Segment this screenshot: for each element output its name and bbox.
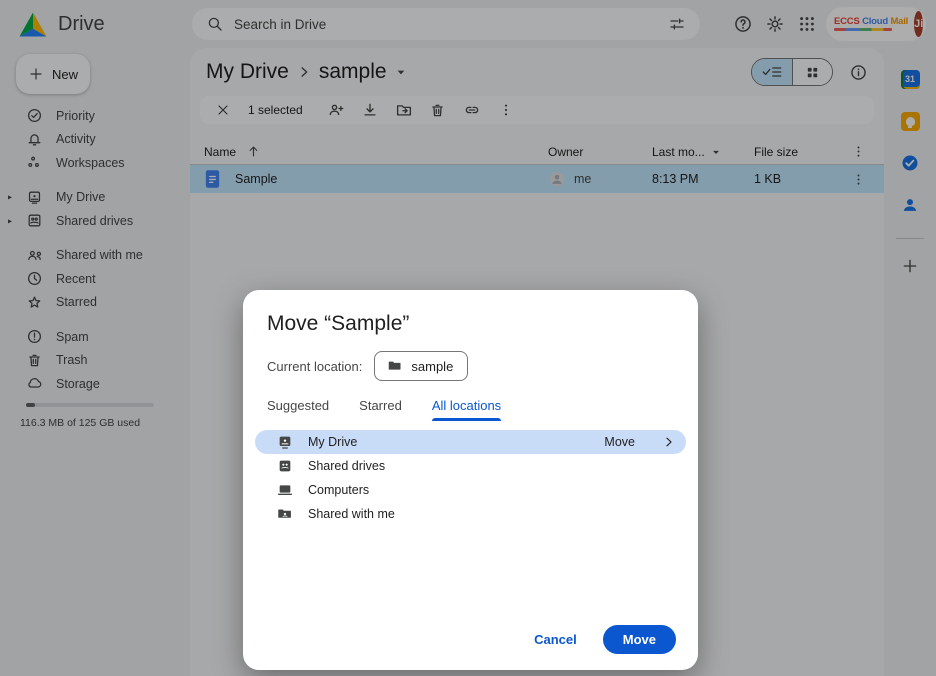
tab-all-locations[interactable]: All locations [432,398,501,421]
move-button[interactable]: Move [603,625,676,654]
cancel-button[interactable]: Cancel [534,632,577,647]
shared-folder-icon [277,506,293,522]
location-label: Computers [308,483,369,497]
move-dialog: Move “Sample” Current location: sample S… [243,290,698,670]
current-location-chip[interactable]: sample [374,351,468,381]
computer-icon [277,482,293,498]
chevron-right-icon[interactable] [662,435,676,449]
dialog-tabs: Suggested Starred All locations [267,398,674,421]
location-label: Shared drives [308,459,385,473]
drive-app: Drive Search in Drive [0,0,936,676]
row-move-action[interactable]: Move [604,435,635,449]
current-location-label: Current location: [267,359,362,374]
location-row-shared-drives[interactable]: Shared drives [255,454,686,478]
location-label: Shared with me [308,507,395,521]
location-row-shared-with-me[interactable]: Shared with me [255,502,686,526]
location-label: My Drive [308,435,357,449]
tab-starred[interactable]: Starred [359,398,402,421]
tab-suggested[interactable]: Suggested [267,398,329,421]
dialog-title: Move “Sample” [267,312,674,336]
my-drive-icon [277,434,293,450]
current-location-name: sample [411,359,453,374]
folder-icon [387,358,403,374]
shared-drives-icon [277,458,293,474]
location-row-computers[interactable]: Computers [255,478,686,502]
location-row-my-drive[interactable]: My Drive Move [255,430,686,454]
location-list: My Drive Move Shared drives Computers [255,430,686,526]
